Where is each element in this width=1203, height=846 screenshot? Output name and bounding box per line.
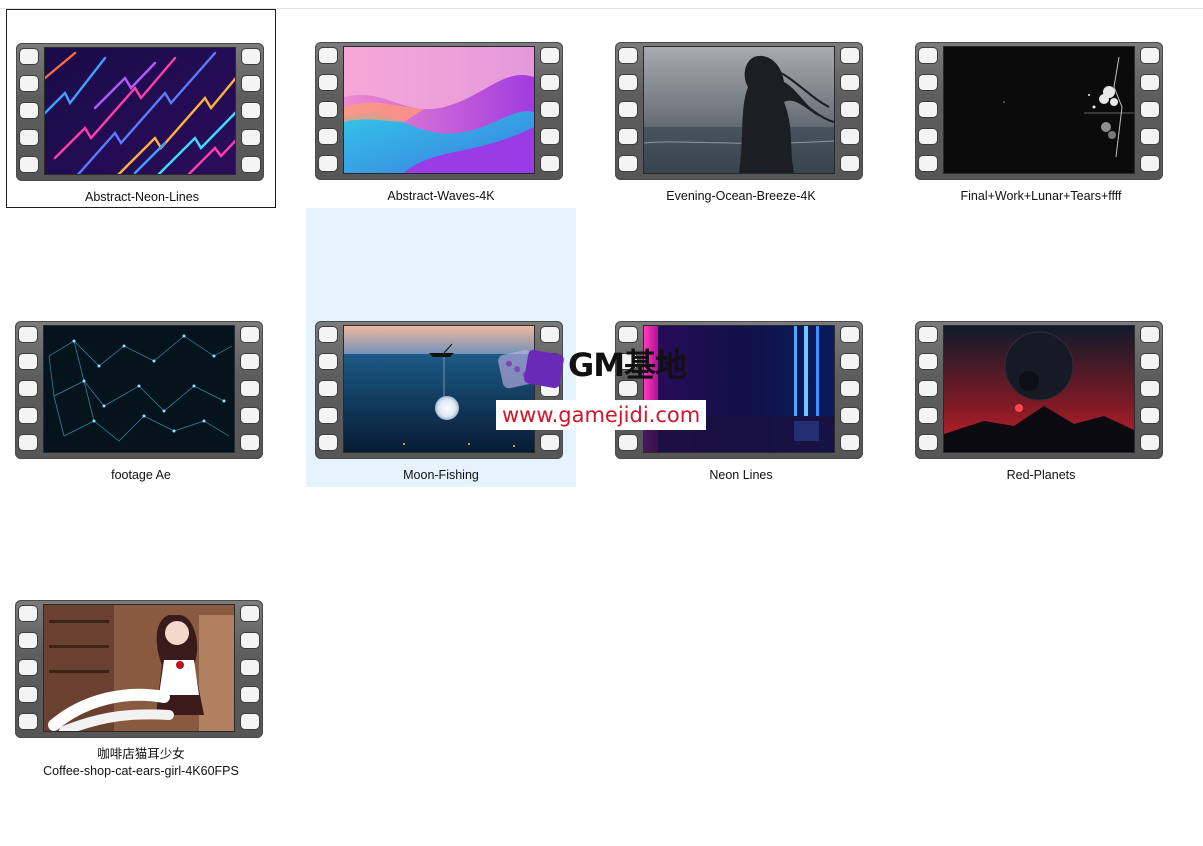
thumbnail-waves (344, 47, 534, 173)
file-tile-2[interactable]: Evening-Ocean-Breeze-4K (606, 9, 876, 288)
file-name-line2: Coffee-shop-cat-ears-girl-4K60FPS (43, 764, 239, 778)
thumbnail-cafe-girl (44, 605, 234, 731)
file-name: Abstract-Waves-4K (387, 189, 495, 203)
file-tile-7[interactable]: Red-Planets (906, 288, 1176, 567)
file-tile-0[interactable]: Abstract-Neon-Lines (6, 9, 276, 208)
file-name: Abstract-Neon-Lines (85, 190, 199, 204)
file-tile-3[interactable]: Final+Work+Lunar+Tears+ffff (906, 9, 1176, 288)
file-name: Final+Work+Lunar+Tears+ffff (960, 189, 1122, 203)
video-file-icon (315, 42, 563, 180)
dice-logo-icon (494, 340, 572, 398)
file-name: 咖啡店猫耳少女 (97, 747, 185, 761)
video-file-icon (615, 42, 863, 180)
file-tile-4[interactable]: footage Ae (6, 288, 276, 567)
thumbnail-red-planet (944, 326, 1134, 452)
watermark-title: GM基地 (568, 346, 687, 384)
video-file-icon (915, 321, 1163, 459)
video-file-icon (16, 43, 264, 181)
file-name: Evening-Ocean-Breeze-4K (666, 189, 816, 203)
file-name: Neon Lines (709, 468, 773, 482)
thumbnail-neon-lines (45, 48, 235, 174)
file-name: footage Ae (111, 468, 171, 482)
video-file-icon (15, 600, 263, 738)
video-file-icon (15, 321, 263, 459)
file-tile-8[interactable]: 咖啡店猫耳少女 Coffee-shop-cat-ears-girl-4K60FP… (6, 567, 276, 846)
watermark-url: www.gamejidi.com (496, 400, 707, 430)
video-file-icon (915, 42, 1163, 180)
thumbnail-network-mesh (44, 326, 234, 452)
file-name: Moon-Fishing (403, 468, 479, 482)
watermark: GM基地 www.gamejidi.com (494, 340, 714, 434)
file-name: Red-Planets (1006, 468, 1076, 482)
thumbnail-dark-tree (944, 47, 1134, 173)
thumbnail-ocean-girl (644, 47, 834, 173)
